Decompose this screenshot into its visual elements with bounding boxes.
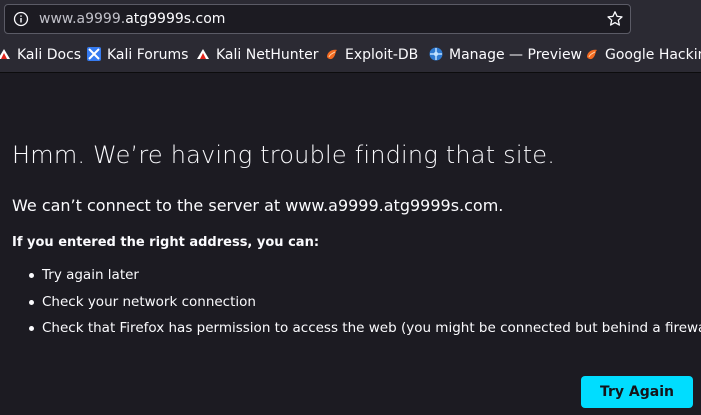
try-again-button[interactable]: Try Again: [581, 376, 693, 408]
browser-toolbar: www.a9999.atg9999s.com Kali Docs Kali Fo…: [0, 0, 701, 73]
error-description: We can’t connect to the server at www.a9…: [12, 196, 504, 215]
suggestion-item: Try again later: [12, 265, 701, 292]
bookmark-star-icon[interactable]: [606, 10, 624, 28]
bookmark-kali-forums[interactable]: Kali Forums: [86, 46, 188, 64]
bookmark-label: Manage — Preview: [449, 47, 583, 63]
bookmark-label: Kali NetHunter: [216, 47, 319, 63]
suggestions-heading: If you entered the right address, you ca…: [12, 235, 320, 250]
exploit-db-icon: [327, 49, 337, 60]
bookmark-label: Kali Forums: [107, 47, 189, 63]
url-text[interactable]: www.a9999.atg9999s.com: [39, 11, 225, 28]
kali-dragon-icon: [197, 49, 209, 59]
kali-dragon-icon: [0, 49, 10, 59]
url-host: atg9999s.com: [125, 11, 226, 27]
url-bar[interactable]: www.a9999.atg9999s.com: [4, 4, 631, 34]
url-prefix: www.a9999.: [39, 11, 126, 27]
info-icon[interactable]: [13, 11, 29, 27]
suggestion-item: Check your network connection: [12, 292, 701, 319]
bookmark-label: Kali Docs: [17, 47, 82, 63]
bookmark-label: Exploit-DB: [345, 47, 419, 63]
bookmark-kali-nethunter[interactable]: Kali NetHunter: [195, 46, 318, 64]
bookmark-exploit-db[interactable]: Exploit-DB: [324, 46, 418, 64]
error-title: Hmm. We’re having trouble finding that s…: [12, 141, 556, 169]
kali-forums-icon: [87, 47, 101, 61]
bookmark-manage-preview[interactable]: Manage — Preview: [428, 46, 582, 64]
bookmark-google-hacking[interactable]: Google Hacking: [584, 46, 701, 64]
suggestions-list: Try again later Check your network conne…: [12, 265, 701, 345]
exploit-db-icon: [587, 49, 597, 60]
suggestion-item: Check that Firefox has permission to acc…: [12, 318, 701, 345]
error-page: Hmm. We’re having trouble finding that s…: [0, 73, 701, 415]
globe-icon: [429, 47, 443, 61]
bookmark-kali-docs[interactable]: Kali Docs: [0, 46, 81, 64]
bookmark-label: Google Hacking: [605, 47, 701, 63]
bookmarks-toolbar: Kali Docs Kali Forums Kali NetHunter Exp…: [0, 40, 701, 70]
